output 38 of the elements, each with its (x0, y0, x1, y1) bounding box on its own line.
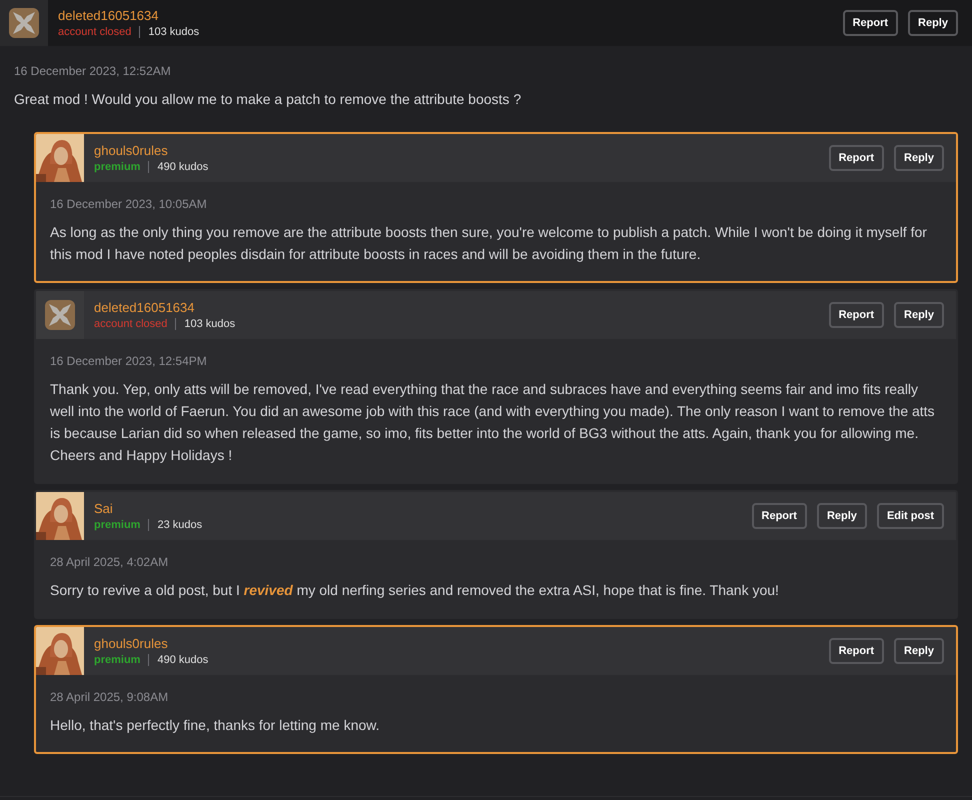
username[interactable]: ghouls0rules (94, 142, 208, 158)
reply-text: Thank you. Yep, only atts will be removed, I've read everything that the race and subraces have and everything seems fair and imo fits really well into the world of Faerun. You did an awesome job with this race (and with everything you made). The only reason I want to remove the atts is because Larian did so when released the game, so imo, fits better into the world of BG3 without the atts. Again, thank you for allowing me. Cheers and Happy Holidays ! (50, 380, 936, 465)
username[interactable]: deleted16051634 (94, 300, 236, 316)
action-button[interactable]: Reply (908, 10, 958, 36)
action-button[interactable]: Report (828, 302, 884, 328)
user-rank: premium (94, 160, 140, 174)
reply-text: As long as the only thing you remove are the attribute boosts then sure, you're welcome to publish a patch. While I won't be doing it myself for this mod I have noted peoples disdain for attribute boosts in races and will be avoiding them in the future. (50, 223, 928, 264)
username[interactable]: deleted16051634 (58, 8, 200, 24)
kudos-count: 103 kudos (184, 316, 236, 330)
user-rank: premium (94, 518, 140, 532)
kudos-count: 490 kudos (157, 652, 208, 666)
post-date: 16 December 2023, 12:54PM (50, 353, 208, 370)
action-button[interactable]: Reply (894, 145, 944, 171)
action-button[interactable]: Edit post (876, 503, 944, 529)
user-rank: account closed (94, 316, 168, 330)
action-button[interactable]: Report (842, 10, 898, 36)
action-button[interactable]: Report (828, 638, 884, 664)
comment-text: Great mod ! Would you allow me to make a patch to remove the attribute boosts ? (14, 90, 522, 109)
action-button[interactable]: Reply (816, 503, 867, 529)
kudos-count: 490 kudos (157, 160, 208, 174)
post-date: 28 April 2025, 4:02AM (50, 554, 170, 571)
username[interactable]: Sai (94, 500, 202, 516)
reply-text: Hello, that's perfectly fine, thanks for letting me know. (50, 716, 380, 735)
user-rank: premium (94, 652, 140, 666)
action-button[interactable]: Report (828, 145, 884, 171)
action-button[interactable]: Reply (894, 302, 944, 328)
user-rank: account closed (58, 24, 132, 38)
reply-text: Sorry to revive a old post, but I revived my old nerfing series and removed the extra ASI, hope that is fine. Thank you! (50, 581, 780, 600)
action-button[interactable]: Reply (894, 638, 944, 664)
deleted-user-icon (7, 6, 41, 40)
action-button[interactable]: Report (752, 503, 807, 529)
kudos-count: 23 kudos (157, 518, 202, 532)
post-date: 16 December 2023, 10:05AM (50, 196, 208, 213)
post-date: 16 December 2023, 12:52AM (14, 63, 172, 80)
username[interactable]: ghouls0rules (94, 636, 208, 652)
deleted-user-icon (43, 298, 77, 332)
kudos-count: 103 kudos (148, 24, 200, 38)
post-date: 28 April 2025, 9:08AM (50, 689, 170, 706)
